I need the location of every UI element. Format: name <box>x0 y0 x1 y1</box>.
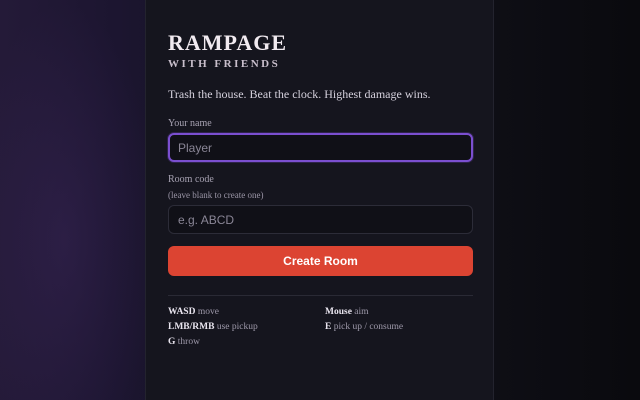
name-input[interactable]: Player <box>168 133 473 162</box>
control-action: throw <box>177 337 200 347</box>
control-action: pick up / consume <box>333 322 404 332</box>
control-action: move <box>197 307 219 317</box>
room-code-hint: (leave blank to create one) <box>168 190 264 200</box>
divider <box>168 295 473 296</box>
background-glow <box>0 0 160 400</box>
control-hint: Mouse aim <box>325 307 369 317</box>
control-action: use pickup <box>216 322 258 332</box>
lobby-panel: RAMPAGE WITH FRIENDS Trash the house. Be… <box>145 0 494 400</box>
control-key: Mouse <box>325 307 352 317</box>
room-code-input[interactable]: e.g. ABCD <box>168 205 473 234</box>
control-hint: G throw <box>168 337 200 347</box>
control-key: E <box>325 322 332 332</box>
control-key: LMB/RMB <box>168 322 215 332</box>
game-subtitle: WITH FRIENDS <box>168 58 281 70</box>
control-action: aim <box>354 307 369 317</box>
tagline: Trash the house. Beat the clock. Highest… <box>168 87 431 101</box>
control-hint: LMB/RMB use pickup <box>168 322 258 332</box>
create-room-button[interactable]: Create Room <box>168 246 473 276</box>
control-key: G <box>168 337 176 347</box>
control-hint: WASD move <box>168 307 219 317</box>
control-hint: E pick up / consume <box>325 322 403 332</box>
room-code-label: Room code <box>168 174 214 185</box>
game-title: RAMPAGE <box>168 30 288 55</box>
control-key: WASD <box>168 307 196 317</box>
name-label: Your name <box>168 118 212 129</box>
